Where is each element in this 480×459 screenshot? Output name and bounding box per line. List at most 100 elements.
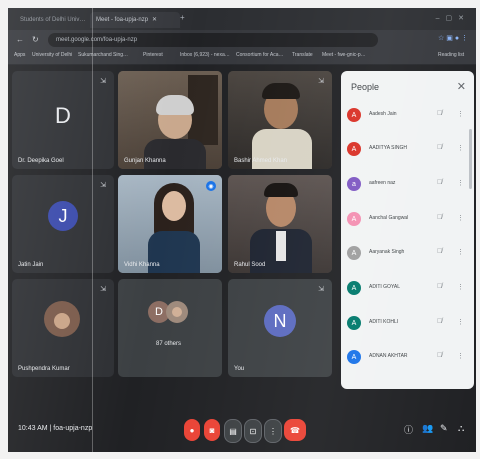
activities-icon[interactable]: ⛬ <box>458 423 464 434</box>
people-list-item[interactable]: A ADITI KOHLI 🎙̸ ⋮ <box>341 313 474 333</box>
bookmark-7[interactable]: Meet - fwe-gnic-p… <box>322 52 366 58</box>
more-options-icon[interactable]: ⋮ <box>457 110 464 118</box>
captions-button[interactable]: ▤ <box>224 419 242 443</box>
member-name: ADITI GOYAL <box>369 284 401 290</box>
participant-name: Bashir Ahmed Khan <box>234 158 288 164</box>
bookmark-4[interactable]: Inbox (6,923) - nexa… <box>180 52 230 58</box>
end-call-button[interactable]: ☎ <box>284 419 306 441</box>
member-avatar: A <box>347 246 361 260</box>
more-options-icon[interactable]: ⋮ <box>457 144 464 152</box>
person-body <box>144 139 206 169</box>
more-options-button[interactable]: ⋮ <box>264 419 282 443</box>
bookmark-apps[interactable]: Apps <box>14 52 25 58</box>
member-name: Aadesh Jain <box>369 111 397 117</box>
participant-video-tile[interactable]: Gunjan Khanna <box>118 71 222 169</box>
others-tile[interactable]: D 87 others <box>118 279 222 377</box>
participant-video-tile[interactable]: Rahul Sood <box>228 175 332 273</box>
new-tab-icon[interactable]: + <box>180 13 185 22</box>
participant-name: Gunjan Khanna <box>124 158 166 164</box>
pin-icon[interactable]: ⇲ <box>100 77 106 85</box>
participant-name: Vidhi Khanna <box>124 262 160 268</box>
person-face-front <box>162 191 186 221</box>
address-bar-row: ← ↻ meet.google.com/foa-upja-nzp ☆ ▣ ● ⋮ <box>8 30 476 50</box>
member-name: Aaryanak Singh <box>369 249 405 255</box>
browser-tab-1-label: Students of Delhi Univ… <box>20 17 86 23</box>
bookmark-6[interactable]: Translate <box>292 52 313 58</box>
camera-off-button[interactable]: ◙ <box>204 419 220 441</box>
member-avatar: A <box>347 316 361 330</box>
back-icon[interactable]: ← <box>16 35 24 44</box>
bookmark-1[interactable]: University of Delhi <box>32 52 72 58</box>
member-avatar: a <box>347 177 361 191</box>
people-list-item[interactable]: A Aanchal Gangwal 🎙̸ ⋮ <box>341 209 474 229</box>
people-list-item[interactable]: A ADITI GOYAL 🎙̸ ⋮ <box>341 278 474 298</box>
participant-video-tile[interactable]: ⇲ Bashir Ahmed Khan <box>228 71 332 169</box>
people-list-item[interactable]: A AADITYA SINGH 🎙̸ ⋮ <box>341 139 474 159</box>
browser-tab-1[interactable]: Students of Delhi Univ… <box>14 12 90 28</box>
people-list-item[interactable]: a aafreen naz 🎙̸ ⋮ <box>341 174 474 194</box>
participant-tile[interactable]: J ⇲ Jatin Jain <box>12 175 114 273</box>
browser-tab-2[interactable]: Meet - foa-upja-nzp ✕ <box>90 12 180 28</box>
member-name: Aanchal Gangwal <box>369 215 409 221</box>
bookmark-2[interactable]: Sukumarchand Sing… <box>78 52 128 58</box>
browser-action-icons[interactable]: ☆ ▣ ● ⋮ <box>438 34 468 42</box>
more-options-icon[interactable]: ⋮ <box>457 179 464 187</box>
screen-scanline <box>92 8 93 452</box>
participant-video-tile[interactable]: ◉ Vidhi Khanna <box>118 175 222 273</box>
others-avatar-photo <box>166 301 188 323</box>
more-options-icon[interactable]: ⋮ <box>457 318 464 326</box>
more-options-icon[interactable]: ⋮ <box>457 283 464 291</box>
more-options-icon[interactable]: ⋮ <box>457 352 464 360</box>
url-field[interactable]: meet.google.com/foa-upja-nzp <box>48 33 378 47</box>
present-icon: ⊡ <box>249 426 257 436</box>
more-options-icon[interactable]: ⋮ <box>457 248 464 256</box>
pin-icon[interactable]: ⇲ <box>318 285 324 293</box>
present-button[interactable]: ⊡ <box>244 419 262 443</box>
people-list-item[interactable]: A ADNAN AKHTAR 🎙̸ ⋮ <box>341 347 474 367</box>
people-panel: People ✕ A Aadesh Jain 🎙̸ ⋮ A AADITYA SI… <box>341 71 474 389</box>
participant-name: You <box>234 366 245 372</box>
clock-time: 10:43 AM <box>18 425 48 432</box>
bookmark-reading-list[interactable]: Reading list <box>438 52 464 58</box>
close-icon[interactable]: ✕ <box>457 80 466 93</box>
info-icon[interactable]: ⓘ <box>404 423 413 436</box>
mic-off-icon: ● <box>189 425 195 435</box>
participant-name: 87 others <box>156 341 182 347</box>
mic-off-icon: 🎙̸ <box>437 179 443 186</box>
bookmark-3[interactable]: Pinterest <box>143 52 163 58</box>
reload-icon[interactable]: ↻ <box>32 35 39 44</box>
mic-off-icon: 🎙̸ <box>437 144 443 151</box>
self-avatar: N <box>264 305 296 337</box>
participant-tile[interactable]: D ⇲ Dr. Deepika Goel <box>12 71 114 169</box>
bookmark-5[interactable]: Consortium for Aca… <box>236 52 284 58</box>
member-avatar: A <box>347 142 361 156</box>
more-options-icon[interactable]: ⋮ <box>457 214 464 222</box>
self-tile[interactable]: N ⇲ You <box>228 279 332 377</box>
people-panel-title: People <box>351 82 380 92</box>
chat-icon[interactable]: ✎ <box>440 423 448 434</box>
close-tab-icon[interactable]: ✕ <box>152 17 157 23</box>
member-avatar: A <box>347 281 361 295</box>
pin-icon[interactable]: ⇲ <box>100 181 106 189</box>
member-name: ADNAN AKHTAR <box>369 353 408 359</box>
captions-icon: ▤ <box>229 426 237 436</box>
window-controls[interactable]: –▢✕ <box>436 14 470 22</box>
pin-icon[interactable]: ⇲ <box>100 285 106 293</box>
meeting-code: foa-upja-nzp <box>53 425 93 432</box>
people-list-item[interactable]: A Aadesh Jain 🎙̸ ⋮ <box>341 105 474 125</box>
participant-tile[interactable]: ⇲ Pushpendra Kumar <box>12 279 114 377</box>
laptop-screen: Students of Delhi Univ… Meet - foa-upja-… <box>8 8 476 452</box>
meet-control-bar: 10:43 AM | foa-upja-nzp ● ◙ ▤ ⊡ ⋮ ☎ ⓘ 👥 … <box>8 411 476 452</box>
mic-off-icon: 🎙̸ <box>437 214 443 221</box>
pin-icon[interactable]: ⇲ <box>318 77 324 85</box>
people-icon[interactable]: 👥 <box>422 423 433 434</box>
member-name: ADITI KOHLI <box>369 319 399 325</box>
participant-name: Dr. Deepika Goel <box>18 158 64 164</box>
people-list-item[interactable]: A Aaryanak Singh 🎙̸ ⋮ <box>341 243 474 263</box>
end-call-icon: ☎ <box>290 425 300 435</box>
person-hair <box>264 183 298 197</box>
photo-frame: Students of Delhi Univ… Meet - foa-upja-… <box>0 0 480 459</box>
meet-grid: D ⇲ Dr. Deepika Goel Gunjan Khanna ⇲ Bas… <box>8 65 476 452</box>
mic-off-icon: 🎙̸ <box>437 352 443 359</box>
mic-off-button[interactable]: ● <box>184 419 200 441</box>
